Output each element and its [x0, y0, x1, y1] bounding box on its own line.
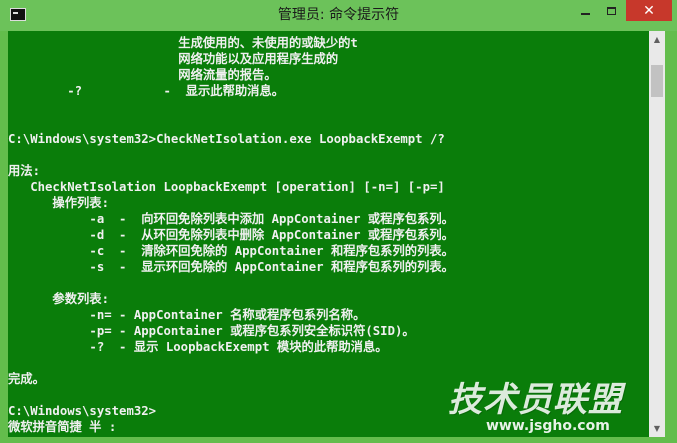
- console-line: -a - 向环回免除列表中添加 AppContainer 或程序包系列。: [8, 212, 454, 226]
- console-line: -n= - AppContainer 名称或程序包系列名称。: [8, 308, 366, 322]
- console-line: -? - 显示此帮助消息。: [8, 84, 285, 98]
- command-prompt-window: 管理员: 命令提示符 ✕ 生成使用的、未使用的或缺少的t 网络功能以及应用程序生…: [0, 0, 677, 443]
- console-line: 网络功能以及应用程序生成的: [8, 52, 339, 66]
- console-line: 操作列表:: [8, 196, 110, 210]
- close-button[interactable]: ✕: [626, 0, 672, 21]
- scroll-thumb[interactable]: [651, 65, 663, 97]
- cmd-icon[interactable]: [10, 8, 26, 21]
- minimize-icon: [580, 12, 590, 15]
- console-line: -p= - AppContainer 或程序包系列安全标识符(SID)。: [8, 324, 415, 338]
- scroll-up-icon[interactable]: ▲: [649, 31, 665, 48]
- minimize-button[interactable]: [572, 0, 598, 21]
- console-line: -d - 从环回免除列表中删除 AppContainer 或程序包系列。: [8, 228, 454, 242]
- console-line: -? - 显示 LoopbackExempt 模块的此帮助消息。: [8, 340, 388, 354]
- title-bar[interactable]: 管理员: 命令提示符 ✕: [0, 0, 677, 31]
- maximize-icon: [606, 6, 616, 15]
- console-line: 完成。: [8, 372, 45, 386]
- console-line: 微软拼音简捷 半 :: [8, 420, 117, 434]
- console-line: 参数列表:: [8, 292, 110, 306]
- console-line: 生成使用的、未使用的或缺少的t: [8, 36, 358, 50]
- maximize-button[interactable]: [598, 0, 624, 21]
- console-line: C:\Windows\system32>: [8, 404, 157, 418]
- console-line: 用法:: [8, 164, 40, 178]
- watermark-url: www.jsgho.com: [486, 418, 610, 434]
- console-line: 网络流量的报告。: [8, 68, 277, 82]
- watermark-logo: 技术员联盟: [448, 380, 623, 420]
- console-line: -c - 清除环回免除的 AppContainer 和程序包系列的列表。: [8, 244, 454, 258]
- console-line: C:\Windows\system32>CheckNetIsolation.ex…: [8, 132, 445, 146]
- console-line: CheckNetIsolation LoopbackExempt [operat…: [8, 180, 445, 194]
- close-icon: ✕: [643, 2, 655, 19]
- console-line: -s - 显示环回免除的 AppContainer 和程序包系列的列表。: [8, 260, 454, 274]
